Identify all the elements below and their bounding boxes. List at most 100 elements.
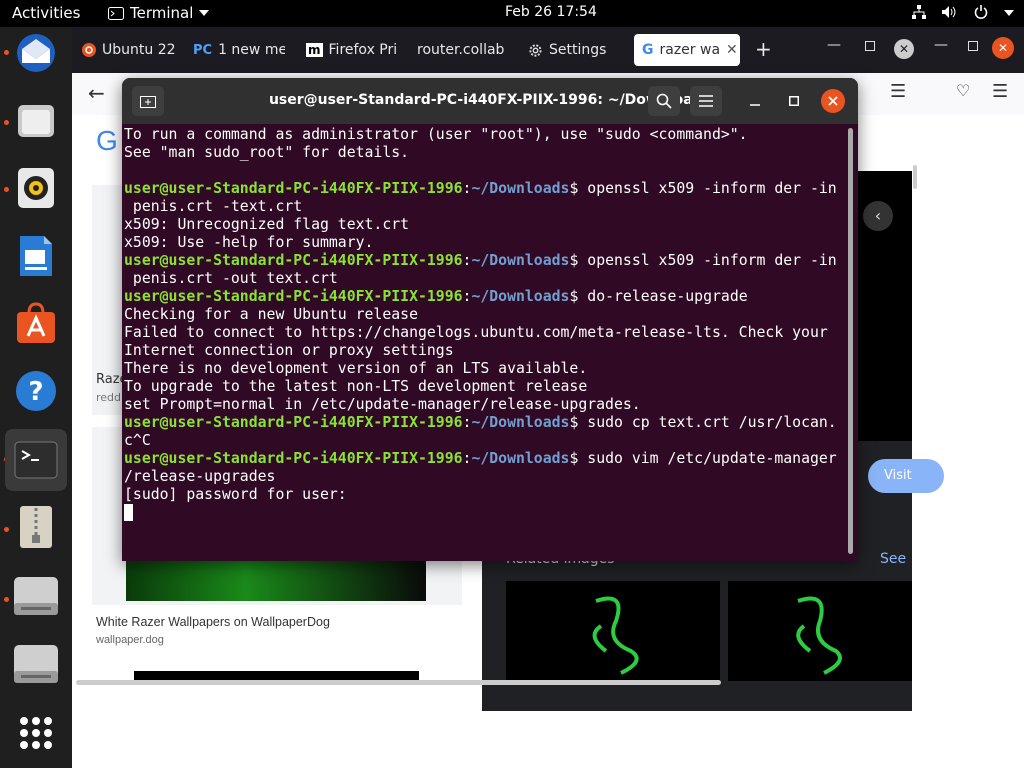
see-more-link[interactable]: See (880, 551, 906, 567)
app-grid-icon (20, 717, 52, 749)
back-arrow-icon[interactable]: ← (88, 81, 105, 105)
tab-messages[interactable]: PC 1 new mes (193, 37, 285, 63)
terminal-prompt-line: user@user-Standard-PC-i440FX-PIIX-1996:~… (124, 450, 846, 468)
prompt-symbol: $ (569, 414, 588, 431)
restore-icon[interactable] (865, 41, 875, 51)
text-cursor (124, 504, 133, 521)
help-launcher[interactable]: ? (10, 365, 62, 417)
software-center-launcher[interactable] (10, 297, 62, 349)
output-text: /release-upgrades (124, 468, 276, 485)
tab-strip: Ubuntu 22 PC 1 new mes m Firefox Pri rou… (72, 27, 1024, 73)
caret-down-icon[interactable] (1004, 5, 1014, 19)
terminal-output-line: penis.crt -out text.crt (124, 270, 846, 288)
tab-label: razer wa (659, 42, 721, 58)
files-launcher[interactable] (10, 95, 62, 147)
drive-icon (14, 577, 58, 615)
command-text: sudo cp text.crt /usr/locan. (587, 414, 837, 431)
libreoffice-writer-launcher[interactable] (10, 230, 62, 282)
close-button[interactable] (821, 89, 845, 113)
result-source: wallpaper.dog (96, 634, 164, 646)
maximize-icon (789, 96, 799, 106)
terminal-header-bar[interactable]: user@user-Standard-PC-i440FX-PIIX-1996: … (122, 78, 858, 124)
new-tab-icon[interactable]: + (755, 37, 772, 61)
terminal-output-line: x509: Unrecognized flag text.crt (124, 216, 846, 234)
output-text: penis.crt -text.crt (124, 198, 303, 215)
running-indicator (4, 527, 9, 532)
drive-launcher-2[interactable] (10, 638, 62, 690)
close-icon[interactable]: ✕ (992, 37, 1014, 59)
chevron-left-icon[interactable]: ‹ (863, 201, 893, 231)
terminal-output[interactable]: To run a command as administrator (user … (124, 126, 846, 556)
tab-settings[interactable]: Settings (528, 37, 638, 63)
gear-icon (529, 43, 542, 57)
hamburger-menu-icon[interactable]: ☰ (890, 81, 906, 102)
prompt-user-host: user@user-Standard-PC-i440FX-PIIX-1996 (124, 288, 463, 305)
terminal-output-line: To run a command as administrator (user … (124, 126, 846, 144)
maximize-button[interactable] (779, 86, 809, 116)
minimize-icon[interactable]: — (934, 37, 948, 53)
thunderbird-launcher[interactable] (10, 27, 62, 79)
prompt-symbol: $ (569, 252, 588, 269)
related-image[interactable] (506, 581, 720, 681)
terminal-output-line: To upgrade to the latest non-LTS develop… (124, 378, 846, 396)
output-text: To run a command as administrator (user … (124, 126, 748, 143)
close-icon[interactable]: ✕ (894, 39, 914, 59)
search-icon (656, 93, 672, 109)
speaker-icon (18, 168, 54, 208)
pc-icon: PC (193, 42, 213, 58)
minimize-button[interactable] (740, 86, 770, 116)
horizontal-scrollbar[interactable] (76, 680, 721, 685)
network-icon[interactable] (912, 5, 926, 19)
hamburger-menu-icon (699, 95, 713, 107)
activities-button[interactable]: Activities (12, 4, 80, 22)
document-icon (20, 236, 52, 276)
rhythmbox-launcher[interactable] (10, 162, 62, 214)
vertical-scrollbar[interactable] (913, 165, 917, 189)
tab-firefox-privacy[interactable]: m Firefox Pri (306, 37, 398, 63)
close-tab-icon[interactable]: ✕ (726, 42, 738, 58)
close-icon (828, 96, 838, 106)
command-text: do-release-upgrade (587, 288, 748, 305)
prompt-symbol: $ (569, 450, 588, 467)
terminal-output-line: There is no development version of an LT… (124, 360, 846, 378)
prompt-symbol: $ (569, 288, 588, 305)
output-text: See "man sudo_root" for details. (124, 144, 410, 161)
visit-button[interactable]: Visit (868, 459, 944, 493)
volume-icon[interactable] (942, 5, 958, 19)
ubuntu-icon (82, 43, 96, 57)
related-image[interactable] (728, 581, 912, 681)
terminal-output-line: /release-upgrades (124, 468, 846, 486)
caret-down-icon (199, 10, 210, 16)
search-button[interactable] (648, 86, 680, 116)
menu-button[interactable] (690, 86, 722, 116)
power-icon[interactable] (974, 5, 988, 19)
tab-ubuntu[interactable]: Ubuntu 22 (82, 37, 178, 63)
command-text: openssl x509 -inform der -in (587, 252, 837, 269)
app-menu-icon[interactable]: ☰ (992, 81, 1008, 102)
clock[interactable]: Feb 26 17:54 (505, 4, 597, 20)
app-menu-terminal[interactable]: Terminal (108, 4, 210, 22)
result-title[interactable]: White Razer Wallpapers on WallpaperDog (96, 615, 330, 629)
system-tray[interactable] (912, 5, 1014, 19)
tab-router[interactable]: router.collab (417, 37, 509, 63)
minimize-icon[interactable]: — (827, 37, 841, 53)
output-text: x509: Unrecognized flag text.crt (124, 216, 410, 233)
pocket-icon[interactable]: ♡ (956, 81, 970, 100)
tab-razer[interactable]: G razer wa ✕ (634, 34, 740, 66)
drive-launcher[interactable] (10, 570, 62, 622)
terminal-icon (14, 441, 58, 479)
show-applications-button[interactable] (10, 707, 62, 759)
output-text: set Prompt=normal in /etc/update-manager… (124, 396, 641, 413)
output-text: To upgrade to the latest non-LTS develop… (124, 378, 588, 395)
terminal-cursor-line (124, 504, 846, 522)
running-indicator (4, 187, 9, 192)
prompt-path: ~/Downloads (471, 252, 570, 269)
terminal-output-line: [sudo] password for user: (124, 486, 846, 504)
output-text: Failed to connect to https://changelogs.… (124, 324, 828, 341)
razer-logo-icon (592, 596, 639, 675)
restore-icon[interactable] (968, 41, 978, 51)
terminal-launcher[interactable] (5, 429, 67, 491)
archive-manager-launcher[interactable] (10, 501, 62, 553)
terminal-scrollbar[interactable] (848, 128, 853, 554)
